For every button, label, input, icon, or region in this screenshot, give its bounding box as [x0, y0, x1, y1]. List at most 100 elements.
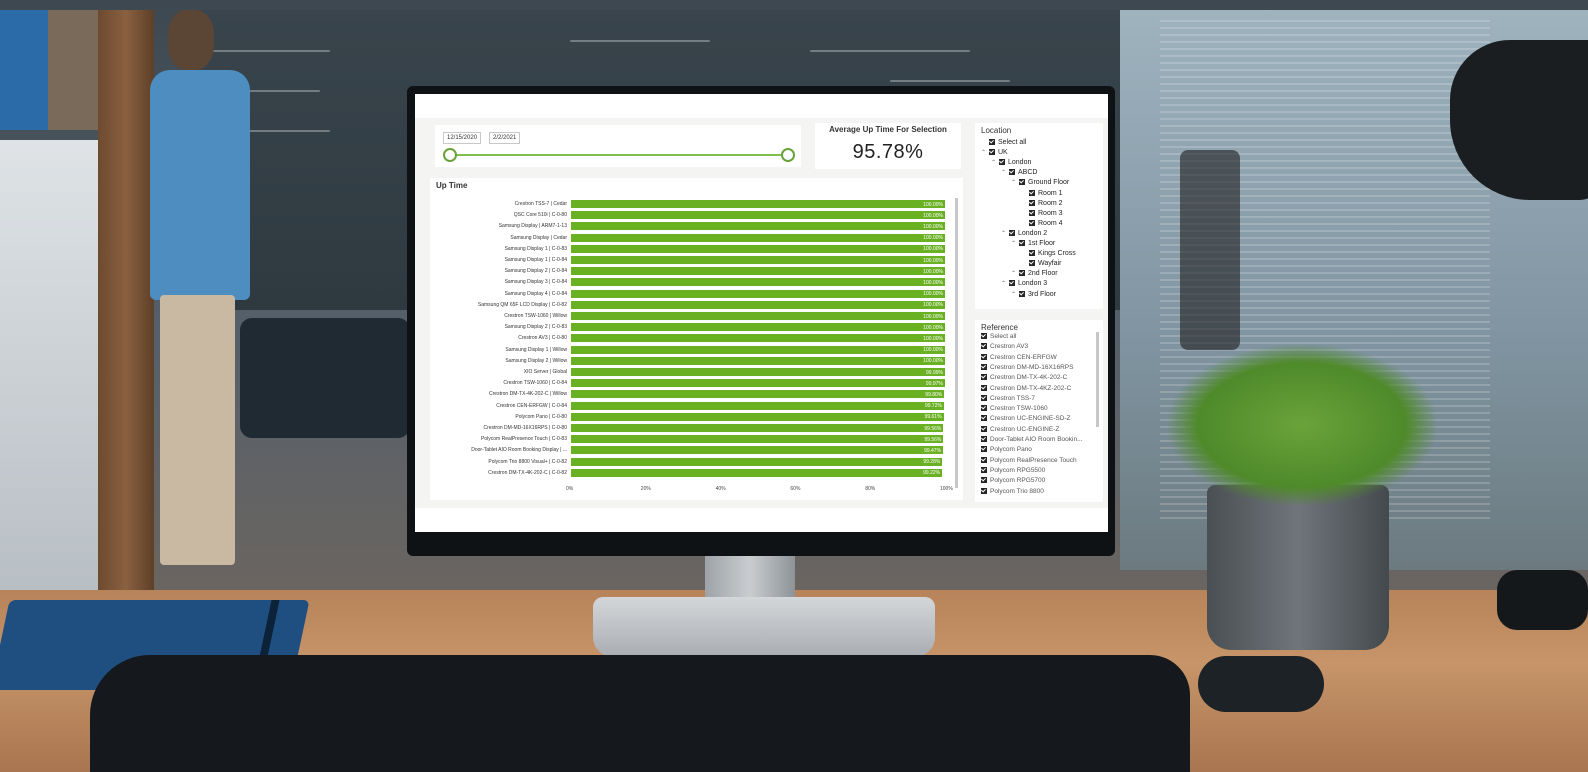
- date-range-slicer[interactable]: 12/15/2020 2/2/2021: [435, 125, 801, 167]
- location-tree-item[interactable]: ⌃ Ground Floor: [1011, 178, 1069, 188]
- date-slider-end-handle[interactable]: [781, 148, 795, 162]
- location-tree-item[interactable]: Wayfair: [1021, 259, 1061, 268]
- checkbox[interactable]: [1019, 270, 1025, 277]
- uptime-bar[interactable]: [571, 300, 945, 309]
- checkbox[interactable]: [981, 374, 987, 381]
- date-slider-start-handle[interactable]: [443, 148, 457, 162]
- checkbox[interactable]: [1029, 219, 1035, 226]
- location-tree-item[interactable]: ⌃ 3rd Floor: [1011, 290, 1056, 300]
- uptime-bar[interactable]: [571, 267, 945, 276]
- location-tree-item[interactable]: Select all: [981, 138, 1026, 147]
- checkbox[interactable]: [981, 415, 987, 422]
- uptime-bar[interactable]: [571, 435, 944, 444]
- reference-list-item[interactable]: Polycom Trio 8800: [981, 487, 1044, 497]
- uptime-bar[interactable]: [571, 200, 945, 208]
- checkbox[interactable]: [981, 394, 987, 401]
- expand-caret-icon[interactable]: ⌃: [991, 159, 999, 168]
- end-date-input[interactable]: 2/2/2021: [489, 132, 521, 144]
- checkbox[interactable]: [981, 333, 987, 339]
- location-tree-item[interactable]: Room 1: [1021, 189, 1063, 198]
- location-tree-item[interactable]: ⌃ 2nd Floor: [1011, 269, 1058, 279]
- uptime-bar[interactable]: [571, 256, 945, 264]
- reference-list-item[interactable]: Door-Tablet AIO Room Bookin...: [981, 435, 1083, 445]
- checkbox[interactable]: [999, 159, 1005, 166]
- checkbox[interactable]: [1009, 169, 1015, 176]
- uptime-bar[interactable]: [571, 244, 945, 253]
- reference-list-item[interactable]: Polycom RealPresence Touch: [981, 456, 1077, 466]
- expand-caret-icon[interactable]: ⌃: [1001, 230, 1009, 239]
- uptime-bar[interactable]: [571, 211, 945, 220]
- checkbox[interactable]: [989, 139, 995, 145]
- uptime-bar[interactable]: [571, 289, 945, 298]
- location-tree-item[interactable]: Room 4: [1021, 219, 1063, 228]
- checkbox[interactable]: [1019, 290, 1025, 297]
- reference-list-item[interactable]: Crestron UC-ENGINE-Z: [981, 425, 1059, 435]
- reference-list-item[interactable]: Crestron UC-ENGINE-SD-Z: [981, 414, 1071, 424]
- checkbox[interactable]: [1029, 189, 1035, 196]
- uptime-bar[interactable]: [571, 222, 945, 231]
- uptime-bar[interactable]: [571, 446, 944, 455]
- checkbox[interactable]: [1029, 199, 1035, 206]
- reference-list-item[interactable]: Select all: [981, 332, 1016, 342]
- reference-list-item[interactable]: Crestron CEN-ERFGW: [981, 353, 1057, 363]
- reference-scrollbar[interactable]: [1096, 332, 1099, 427]
- checkbox[interactable]: [981, 446, 987, 453]
- reference-list-item[interactable]: Crestron TSW-1060: [981, 404, 1048, 414]
- location-tree-item[interactable]: ⌃ ABCD: [1001, 168, 1037, 178]
- uptime-bar[interactable]: [571, 334, 945, 343]
- location-tree-item[interactable]: ⌃ London 3: [1001, 279, 1047, 289]
- location-tree-item[interactable]: Room 2: [1021, 199, 1063, 208]
- location-tree-item[interactable]: ⌃ London: [991, 158, 1031, 168]
- checkbox[interactable]: [1019, 179, 1025, 186]
- location-tree-item[interactable]: Room 3: [1021, 209, 1063, 218]
- checkbox[interactable]: [1029, 260, 1035, 267]
- uptime-bar[interactable]: [571, 368, 945, 376]
- checkbox[interactable]: [981, 405, 987, 412]
- checkbox[interactable]: [1009, 229, 1015, 236]
- expand-caret-icon[interactable]: ⌃: [1011, 291, 1019, 300]
- reference-list-item[interactable]: Polycom RPG5500: [981, 466, 1045, 476]
- expand-caret-icon[interactable]: ⌃: [1011, 240, 1019, 249]
- location-tree-item[interactable]: ⌃ London 2: [1001, 229, 1047, 239]
- uptime-bar[interactable]: [571, 345, 945, 354]
- reference-list-item[interactable]: Polycom Pano: [981, 445, 1032, 455]
- location-tree-item[interactable]: Kings Cross: [1021, 249, 1076, 258]
- uptime-bar[interactable]: [571, 401, 944, 410]
- checkbox[interactable]: [1009, 280, 1015, 287]
- chart-scrollbar[interactable]: [955, 198, 958, 488]
- uptime-bar[interactable]: [571, 278, 945, 287]
- checkbox[interactable]: [981, 343, 987, 350]
- checkbox[interactable]: [981, 466, 987, 473]
- uptime-bar[interactable]: [571, 356, 945, 365]
- uptime-bar[interactable]: [571, 323, 945, 332]
- date-slider-track[interactable]: [450, 154, 790, 156]
- uptime-bar[interactable]: [571, 457, 943, 466]
- reference-list-item[interactable]: Crestron DM-TX-4K-202-C: [981, 373, 1067, 383]
- uptime-bar[interactable]: [571, 468, 943, 477]
- expand-caret-icon[interactable]: ⌃: [981, 149, 989, 158]
- checkbox[interactable]: [981, 456, 987, 463]
- uptime-bar[interactable]: [571, 233, 945, 242]
- checkbox[interactable]: [981, 436, 987, 442]
- checkbox[interactable]: [981, 477, 987, 484]
- start-date-input[interactable]: 12/15/2020: [443, 132, 482, 144]
- uptime-bar[interactable]: [571, 424, 944, 432]
- uptime-bar[interactable]: [571, 412, 944, 421]
- checkbox[interactable]: [1019, 240, 1025, 246]
- uptime-bar[interactable]: [571, 379, 945, 388]
- reference-list-item[interactable]: Polycom RPG5700: [981, 476, 1045, 486]
- location-tree-item[interactable]: ⌃ UK: [981, 148, 1008, 158]
- checkbox[interactable]: [981, 425, 987, 432]
- reference-list-item[interactable]: Crestron TSS-7: [981, 394, 1035, 404]
- uptime-bar[interactable]: [571, 390, 945, 399]
- checkbox[interactable]: [1029, 209, 1035, 216]
- reference-list-item[interactable]: Crestron AV3: [981, 342, 1028, 352]
- checkbox[interactable]: [989, 149, 995, 156]
- reference-list-item[interactable]: Crestron DM-MD-16X16RPS: [981, 363, 1073, 373]
- checkbox[interactable]: [1029, 250, 1035, 257]
- location-tree-item[interactable]: ⌃ 1st Floor: [1011, 239, 1055, 249]
- checkbox[interactable]: [981, 353, 987, 360]
- uptime-bar[interactable]: [571, 312, 945, 320]
- checkbox[interactable]: [981, 384, 987, 391]
- checkbox[interactable]: [981, 487, 987, 494]
